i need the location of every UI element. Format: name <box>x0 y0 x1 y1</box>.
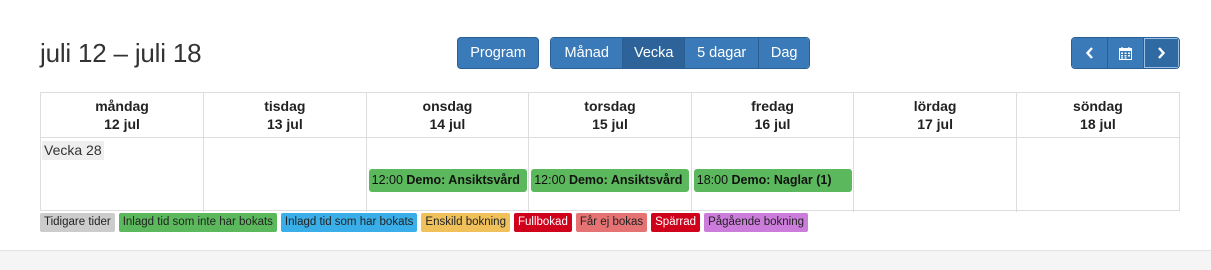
event-item[interactable]: 18:00 Demo: Naglar (1) <box>693 169 852 192</box>
day-cell-sunday[interactable] <box>1015 137 1179 212</box>
legend-item: Inlagd tid som inte har bokats <box>118 213 277 232</box>
day-header-row: måndag 12 jul tisdag 13 jul onsdag 14 jul t… <box>41 93 1179 138</box>
week-number: Vecka 28 <box>42 141 104 160</box>
view-5days-button[interactable]: 5 dagar <box>683 38 759 68</box>
day-header-tuesday: tisdag 13 jul <box>203 93 367 138</box>
day-header-wednesday: onsdag 14 jul <box>365 93 530 138</box>
day-cell-thursday[interactable]: 12:00 Demo: Ansiktsvård <box>528 137 692 212</box>
next-button[interactable] <box>1142 38 1179 68</box>
event-item[interactable]: 12:00 Demo: Ansiktsvård <box>531 169 690 192</box>
calendar-page: juli 12 – juli 18 Program Månad Vecka 5 … <box>0 0 1211 251</box>
view-week-button[interactable]: Vecka <box>622 38 684 68</box>
date-navigation <box>1071 37 1180 69</box>
day-cell-monday[interactable]: Vecka 28 <box>41 137 205 212</box>
calendar-icon <box>1119 46 1132 60</box>
view-month-button[interactable]: Månad <box>551 38 623 68</box>
view-switcher: Månad Vecka 5 dagar Dag <box>550 37 810 69</box>
day-header-friday: fredag 16 jul <box>690 93 855 138</box>
prev-button[interactable] <box>1072 38 1108 68</box>
chevron-left-icon <box>1085 47 1093 59</box>
week-row: Vecka 28 12:00 Demo: Ansiktsvård 12:00 D… <box>41 137 1179 212</box>
day-cell-saturday[interactable] <box>853 137 1017 212</box>
program-button[interactable]: Program <box>457 37 539 69</box>
day-cell-tuesday[interactable] <box>203 137 367 212</box>
week-calendar: måndag 12 jul tisdag 13 jul onsdag 14 jul t… <box>40 92 1180 212</box>
day-header-saturday: lördag 17 jul <box>853 93 1017 138</box>
legend-item: Enskild bokning <box>421 213 510 232</box>
day-header-monday: måndag 12 jul <box>41 93 205 138</box>
view-day-button[interactable]: Dag <box>758 38 809 68</box>
page-title: juli 12 – juli 18 <box>40 38 202 68</box>
legend-item: Fullbokad <box>513 213 572 232</box>
day-cell-friday[interactable]: 18:00 Demo: Naglar (1) <box>690 137 855 212</box>
legend-item: Tidigare tider <box>40 213 115 232</box>
event-item[interactable]: 12:00 Demo: Ansiktsvård <box>368 169 527 192</box>
day-header-thursday: torsdag 15 jul <box>528 93 692 138</box>
legend-item: Spärrad <box>651 213 701 232</box>
legend-item: Pågående bokning <box>704 213 808 232</box>
status-legend: Tidigare tider Inlagd tid som inte har b… <box>40 213 812 232</box>
date-picker-button[interactable] <box>1107 38 1143 68</box>
day-header-sunday: söndag 18 jul <box>1015 93 1179 138</box>
legend-item: Får ej bokas <box>575 213 648 232</box>
chevron-right-icon <box>1158 47 1166 59</box>
legend-item: Inlagd tid som har bokats <box>280 213 418 232</box>
day-cell-wednesday[interactable]: 12:00 Demo: Ansiktsvård <box>365 137 530 212</box>
